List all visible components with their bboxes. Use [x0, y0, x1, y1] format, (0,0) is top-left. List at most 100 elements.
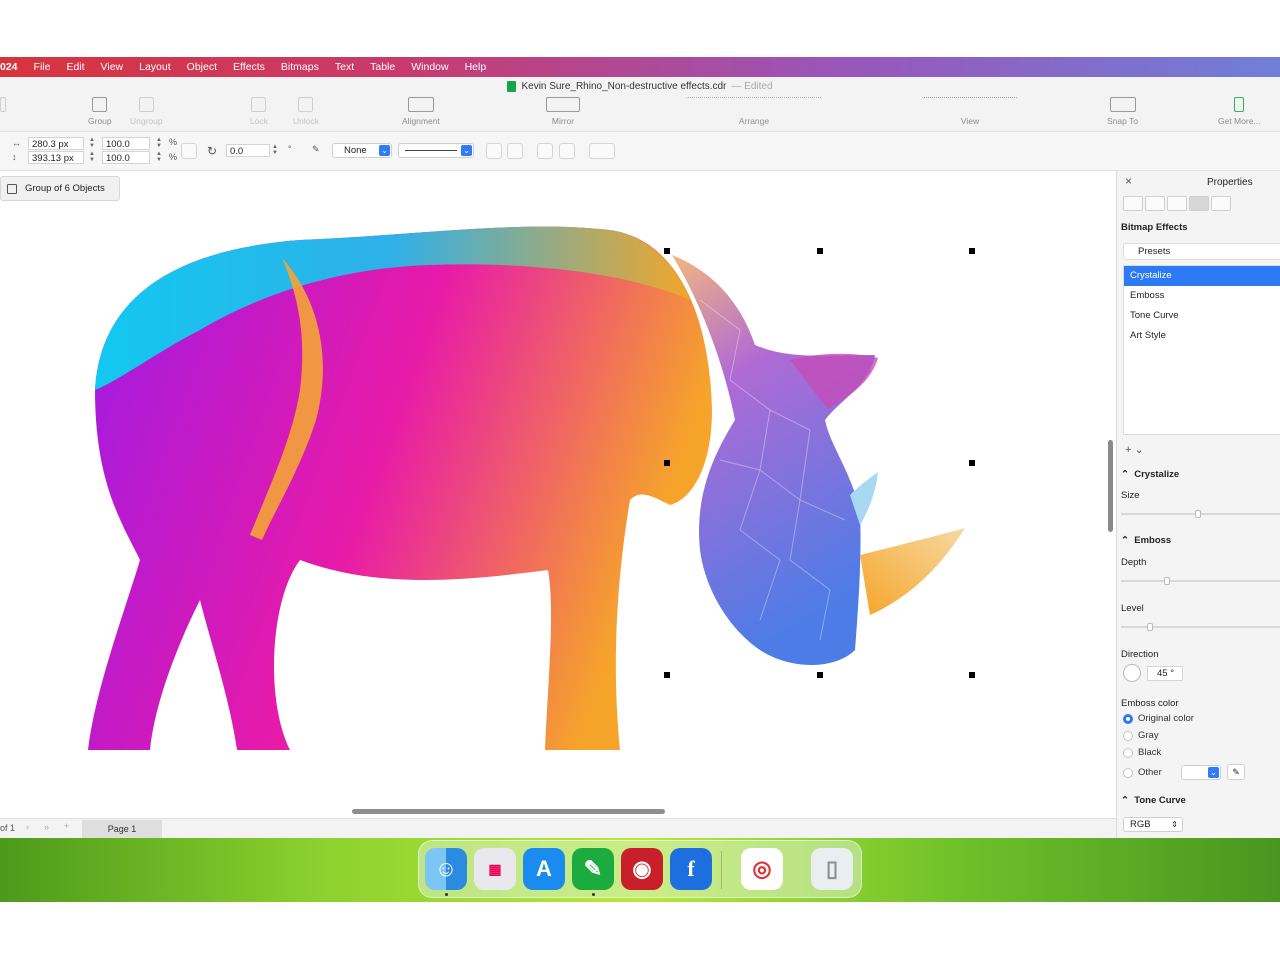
size-slider-knob[interactable]	[1195, 510, 1201, 518]
drawing-canvas[interactable]	[0, 171, 1108, 807]
depth-slider[interactable]	[1121, 577, 1280, 585]
add-page-icon[interactable]: +	[64, 821, 69, 831]
effect-item-art-style[interactable]: Art Style	[1124, 326, 1280, 346]
menu-text[interactable]: Text	[327, 61, 362, 73]
scale-y-field[interactable]: 100.0	[102, 151, 150, 164]
arrange-icon	[686, 97, 822, 112]
lock-button[interactable]: Lock	[250, 97, 268, 126]
close-icon[interactable]: ×	[1125, 174, 1132, 188]
other-color-picker[interactable]: ⌄	[1181, 765, 1221, 780]
tone-curve-channel-select[interactable]: RGB ⇕	[1123, 817, 1183, 832]
scale-y-stepper[interactable]: ▲ ▼	[155, 151, 163, 164]
effect-item-crystalize[interactable]: Crystalize	[1124, 266, 1280, 286]
more-options-button[interactable]	[589, 143, 615, 159]
alignment-button[interactable]: Alignment	[402, 97, 440, 126]
page-tab[interactable]: Page 1	[82, 820, 162, 838]
menu-layout[interactable]: Layout	[131, 61, 179, 73]
lock-icon	[251, 97, 267, 112]
scale-x-field[interactable]: 100.0	[102, 137, 150, 150]
width-stepper[interactable]: ▲ ▼	[88, 137, 96, 150]
menu-bitmaps[interactable]: Bitmaps	[273, 61, 327, 73]
height-stepper[interactable]: ▲ ▼	[88, 151, 96, 164]
photo-booth-icon[interactable]: ◉	[621, 848, 663, 890]
menu-window[interactable]: Window	[403, 61, 456, 73]
rhino-horn[interactable]	[860, 528, 965, 615]
to-front-button[interactable]	[537, 143, 553, 159]
lock-ratio-button[interactable]	[181, 143, 197, 159]
effect-item-tone-curve[interactable]: Tone Curve	[1124, 306, 1280, 326]
menu-bar: 024 File Edit View Layout Object Effects…	[0, 57, 1280, 77]
color-picker-chevron-icon: ⌄	[1208, 767, 1219, 778]
outline-value: None	[344, 145, 367, 156]
vertical-scrollbar[interactable]	[1108, 440, 1113, 532]
group-button[interactable]: Group	[88, 97, 112, 126]
unlock-button[interactable]: Unlock	[293, 97, 319, 126]
radio-original-color[interactable]	[1123, 714, 1133, 724]
degree-unit: °	[288, 144, 292, 154]
chrome-icon[interactable]: ◎	[741, 848, 783, 890]
effect-item-emboss[interactable]: Emboss	[1124, 286, 1280, 306]
radio-other[interactable]	[1123, 768, 1133, 778]
height-field[interactable]: 393.13 px	[28, 151, 84, 164]
top-margin	[0, 0, 1280, 57]
finder-icon[interactable]: ☺	[425, 848, 467, 890]
get-more-button[interactable]: Get More...	[1218, 97, 1261, 126]
rotation-stepper[interactable]: ▲ ▼	[271, 144, 279, 157]
start-arrow-button[interactable]	[486, 143, 502, 159]
arrange-label: Arrange	[738, 116, 770, 126]
menu-file[interactable]: File	[26, 61, 59, 73]
tab-effects[interactable]	[1189, 196, 1209, 211]
menu-help[interactable]: Help	[457, 61, 495, 73]
magnet-icon	[1109, 97, 1136, 112]
app-store-icon[interactable]: A	[523, 848, 565, 890]
size-slider[interactable]	[1121, 510, 1280, 518]
view-icon	[922, 97, 1018, 112]
view-button[interactable]: View	[922, 97, 1018, 126]
to-back-button[interactable]	[559, 143, 575, 159]
trash-icon[interactable]: ▯	[811, 848, 853, 890]
menu-table[interactable]: Table	[362, 61, 403, 73]
presets-dropdown[interactable]: Presets	[1123, 243, 1280, 260]
last-page-icon[interactable]: »	[44, 822, 49, 832]
collapse-handle[interactable]	[0, 97, 6, 116]
width-field[interactable]: 280.3 px	[28, 137, 84, 150]
menu-view[interactable]: View	[93, 61, 132, 73]
menu-app-name[interactable]: 024	[0, 61, 26, 73]
coreldraw-icon[interactable]: ✎	[572, 848, 614, 890]
effects-list: Crystalize Emboss Tone Curve Art Style	[1123, 265, 1280, 435]
radio-black[interactable]	[1123, 748, 1133, 758]
crystalize-section-heading[interactable]: ⌃ Crystalize	[1121, 469, 1179, 480]
rotation-field[interactable]: 0.0	[226, 144, 270, 157]
selection-label-text: Group of 6 Objects	[25, 183, 105, 194]
tab-fill[interactable]	[1145, 196, 1165, 211]
scale-y-unit: %	[169, 152, 178, 162]
horizontal-scrollbar[interactable]	[352, 809, 665, 814]
next-page-icon[interactable]: ›	[26, 822, 29, 832]
tone-curve-section-heading[interactable]: ⌃ Tone Curve	[1121, 795, 1186, 806]
level-slider-knob[interactable]	[1147, 623, 1153, 631]
direction-dial[interactable]	[1123, 664, 1141, 682]
menu-object[interactable]: Object	[179, 61, 225, 73]
end-arrow-button[interactable]	[507, 143, 523, 159]
mirror-button[interactable]: Mirror	[546, 97, 580, 126]
page-count: of 1	[0, 823, 16, 833]
add-effect-button[interactable]: + ⌄	[1125, 443, 1144, 456]
tab-transparency[interactable]	[1167, 196, 1187, 211]
ungroup-button[interactable]: Ungroup	[130, 97, 163, 126]
eyedropper-icon[interactable]: ✎	[1227, 764, 1245, 780]
menu-edit[interactable]: Edit	[58, 61, 92, 73]
emboss-section-heading[interactable]: ⌃ Emboss	[1121, 535, 1171, 546]
unlock-label: Unlock	[293, 116, 319, 126]
direction-field[interactable]: 45 °	[1147, 666, 1183, 681]
arrange-button[interactable]: Arrange	[686, 97, 822, 126]
depth-slider-knob[interactable]	[1164, 577, 1170, 585]
tab-outline[interactable]	[1123, 196, 1143, 211]
menu-effects[interactable]: Effects	[225, 61, 273, 73]
launchpad-icon[interactable]: ▦	[474, 848, 516, 890]
snap-to-button[interactable]: Snap To	[1107, 97, 1138, 126]
radio-gray[interactable]	[1123, 731, 1133, 741]
level-slider[interactable]	[1121, 623, 1280, 631]
tab-summary[interactable]	[1211, 196, 1231, 211]
scale-x-stepper[interactable]: ▲ ▼	[155, 137, 163, 150]
facebook-icon[interactable]: f	[670, 848, 712, 890]
